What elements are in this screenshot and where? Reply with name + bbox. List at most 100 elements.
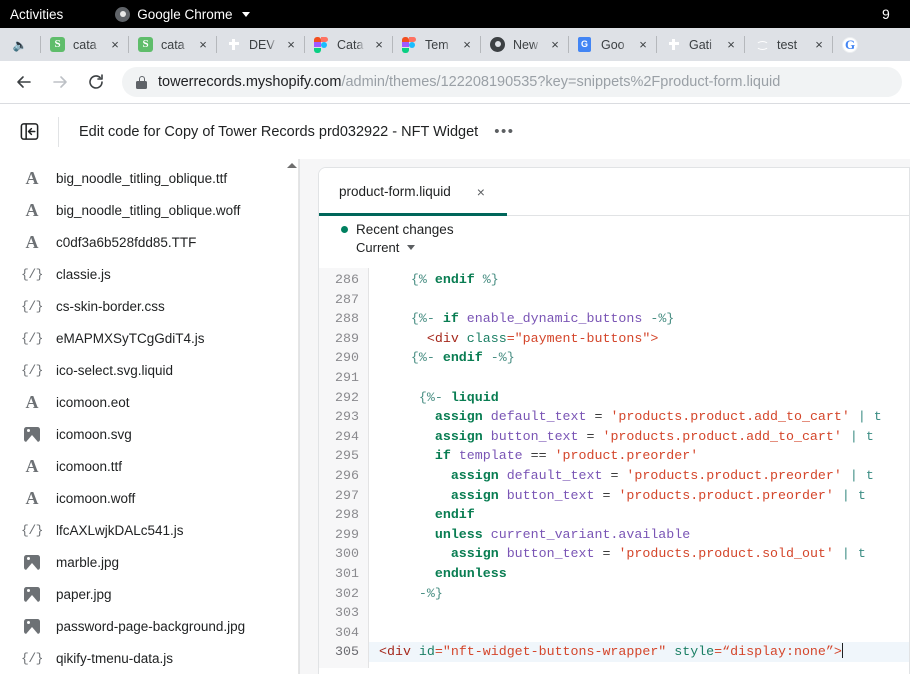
code-line[interactable]: assign default_text = 'products.product.… (379, 407, 909, 427)
font-file-icon: A (22, 457, 42, 475)
code-token: {%- (419, 390, 451, 405)
line-number: 292 (319, 388, 359, 408)
close-tab-icon[interactable]: × (812, 38, 826, 52)
file-list-item[interactable]: A c0df3a6b528fdd85.TTF (0, 226, 299, 258)
code-line[interactable]: if template == 'product.preorder' (379, 446, 909, 466)
version-selector[interactable]: Current (356, 240, 909, 255)
browser-tab[interactable]: Tem × (392, 28, 480, 61)
file-list-item[interactable]: {/} ico-select.svg.liquid (0, 354, 299, 386)
code-area[interactable]: 2862872882892902912922932942952962972982… (319, 268, 909, 668)
code-token: {%- (411, 350, 443, 365)
code-editor-header: Edit code for Copy of Tower Records prd0… (0, 104, 910, 159)
code-line[interactable]: endunless (379, 564, 909, 584)
close-tab-icon[interactable]: × (636, 38, 650, 52)
close-tab-icon[interactable]: × (460, 38, 474, 52)
browser-tab[interactable]: S cata × (40, 28, 128, 61)
code-line[interactable]: <div class="payment-buttons"> (379, 329, 909, 349)
code-line[interactable]: assign button_text = 'products.product.p… (379, 486, 909, 506)
code-line[interactable]: <div id="nft-widget-buttons-wrapper" sty… (369, 642, 909, 662)
code-content[interactable]: {% endif %} {%- if enable_dynamic_button… (369, 268, 909, 668)
code-token: enable_dynamic_buttons (467, 311, 643, 326)
code-token (483, 527, 491, 542)
code-line[interactable] (379, 368, 909, 388)
file-list-item[interactable]: icomoon.svg (0, 418, 299, 450)
browser-tab[interactable]: New × (480, 28, 568, 61)
browser-tab[interactable]: G (832, 28, 868, 61)
code-line[interactable]: {% endif %} (379, 270, 909, 290)
code-line[interactable]: {%- endif -%} (379, 348, 909, 368)
close-editor-tab-icon[interactable]: × (477, 185, 485, 199)
active-app-menu[interactable]: Google Chrome (115, 7, 249, 22)
browser-tab[interactable]: Gati × (656, 28, 744, 61)
file-list-item[interactable]: A big_noodle_titling_oblique.woff (0, 194, 299, 226)
code-token (379, 272, 411, 287)
line-number: 293 (319, 407, 359, 427)
browser-tab[interactable]: S cata × (128, 28, 216, 61)
code-token: -%} (642, 311, 674, 326)
tab-title: Goo (601, 38, 629, 52)
more-actions-button[interactable]: ••• (494, 124, 514, 139)
line-number: 289 (319, 329, 359, 349)
file-list-item[interactable]: A big_noodle_titling_oblique.ttf (0, 162, 299, 194)
browser-tab[interactable]: test × (744, 28, 832, 61)
code-line[interactable]: {%- if enable_dynamic_buttons -%} (379, 309, 909, 329)
green-cross-icon (666, 37, 682, 53)
file-list-item[interactable]: A icomoon.woff (0, 482, 299, 514)
file-list-item[interactable]: {/} lfcAXLwjkDALc541.js (0, 514, 299, 546)
code-line[interactable]: assign default_text = 'products.product.… (379, 466, 909, 486)
close-tab-icon[interactable]: × (196, 38, 210, 52)
exit-code-editor-button[interactable] (14, 117, 44, 147)
code-token (379, 507, 435, 522)
code-line[interactable] (379, 290, 909, 310)
file-name: classie.js (56, 267, 111, 282)
address-bar[interactable]: towerrecords.myshopify.com/admin/themes/… (122, 67, 902, 97)
file-list-item[interactable]: A icomoon.ttf (0, 450, 299, 482)
editor-tab-product-form-liquid[interactable]: product-form.liquid × (319, 168, 507, 215)
image-file-icon (22, 555, 42, 570)
code-token: button_text (507, 488, 595, 503)
file-list-item[interactable]: password-page-background.jpg (0, 610, 299, 642)
reload-button[interactable] (80, 66, 112, 98)
sidebar-scrollbar[interactable] (285, 159, 299, 674)
code-line[interactable]: unless current_variant.available (379, 525, 909, 545)
browser-tab[interactable]: DEV × (216, 28, 304, 61)
code-token (379, 566, 435, 581)
file-list-item[interactable]: {/} cs-skin-border.css (0, 290, 299, 322)
system-clock[interactable]: 9 (882, 0, 910, 28)
code-line[interactable]: endif (379, 505, 909, 525)
back-button[interactable] (8, 66, 40, 98)
close-tab-icon[interactable]: × (108, 38, 122, 52)
code-token (379, 488, 451, 503)
media-control-icon[interactable]: 🔈 (0, 28, 40, 61)
scroll-up-arrow-icon[interactable] (287, 163, 297, 168)
file-list-item[interactable]: marble.jpg (0, 546, 299, 578)
code-line[interactable]: -%} (379, 584, 909, 604)
image-file-icon (22, 587, 42, 602)
file-list-item[interactable]: A icomoon.eot (0, 386, 299, 418)
code-token: liquid (451, 390, 499, 405)
file-list-item[interactable]: {/} eMAPMXSyTCgGdiT4.js (0, 322, 299, 354)
line-number: 297 (319, 486, 359, 506)
code-line[interactable] (379, 603, 909, 623)
version-label: Current (356, 240, 399, 255)
activities-button[interactable]: Activities (10, 7, 63, 22)
code-line[interactable]: assign button_text = 'products.product.a… (379, 427, 909, 447)
close-tab-icon[interactable]: × (372, 38, 386, 52)
code-line[interactable]: assign button_text = 'products.product.s… (379, 544, 909, 564)
file-list-item[interactable]: paper.jpg (0, 578, 299, 610)
code-file-icon: {/} (22, 299, 42, 314)
forward-button[interactable] (44, 66, 76, 98)
code-line[interactable]: {%- liquid (379, 388, 909, 408)
speaker-icon: 🔈 (13, 39, 28, 51)
code-line[interactable] (379, 623, 909, 643)
file-list-item[interactable]: {/} qikify-tmenu-data.js (0, 642, 299, 674)
close-tab-icon[interactable]: × (724, 38, 738, 52)
close-tab-icon[interactable]: × (284, 38, 298, 52)
close-tab-icon[interactable]: × (548, 38, 562, 52)
chevron-down-icon (242, 12, 250, 17)
browser-tab[interactable]: G Goo × (568, 28, 656, 61)
file-list-item[interactable]: {/} classie.js (0, 258, 299, 290)
code-token: ="nft-widget-buttons-wrapper" (435, 644, 666, 659)
browser-tab[interactable]: Cata × (304, 28, 392, 61)
active-app-label: Google Chrome (137, 7, 232, 22)
